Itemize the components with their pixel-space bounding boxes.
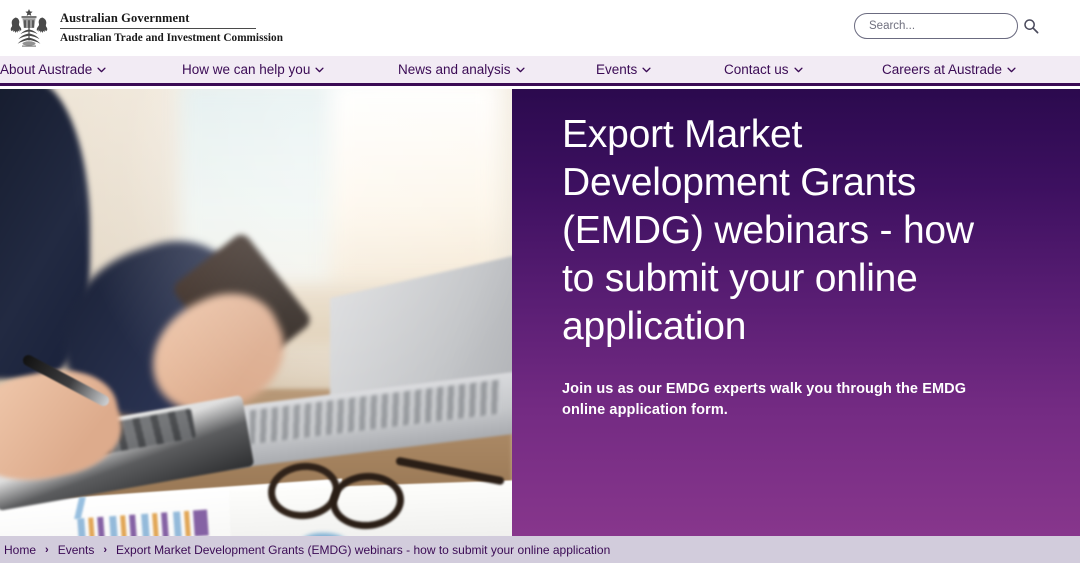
chevron-down-icon	[1007, 67, 1016, 72]
hero-subtitle: Join us as our EMDG experts walk you thr…	[562, 381, 967, 418]
nav-item-events[interactable]: Events	[586, 62, 714, 77]
hero-text-panel: Export Market Development Grants (EMDG) …	[512, 89, 1080, 536]
brand-line-government: Australian Government	[60, 10, 190, 25]
chevron-down-icon	[315, 67, 324, 72]
page-title: Export Market Development Grants (EMDG) …	[562, 113, 974, 348]
search-input[interactable]	[869, 20, 1023, 32]
brand-text: Australian Government Australian Trade a…	[60, 11, 283, 46]
chevron-down-icon	[515, 67, 525, 72]
nav-item-how-we-can-help-you[interactable]: How we can help you	[172, 62, 388, 77]
australian-coat-of-arms-icon	[10, 9, 48, 47]
chevron-down-icon	[642, 67, 651, 72]
page-root: Australian Government Australian Trade a…	[0, 0, 1080, 576]
nav-label: Contact us	[724, 62, 789, 77]
breadcrumb-item-events[interactable]: Events	[50, 543, 103, 557]
nav-label: Events	[596, 62, 638, 77]
breadcrumb: Home › Events › Export Market Developmen…	[0, 543, 618, 557]
breadcrumb-item-home[interactable]: Home	[0, 543, 44, 557]
page-body-start	[0, 563, 1080, 576]
search-box[interactable]	[854, 13, 1039, 39]
nav-label: About Austrade	[0, 62, 93, 77]
nav-item-contact-us[interactable]: Contact us	[714, 62, 872, 77]
nav-items: About Austrade How we can help you News …	[0, 62, 1070, 77]
brand-line-agency: Australian Trade and Investment Commissi…	[60, 31, 283, 44]
site-brand[interactable]: Australian Government Australian Trade a…	[6, 7, 283, 49]
nav-label: How we can help you	[182, 62, 311, 77]
main-navigation: About Austrade How we can help you News …	[0, 56, 1080, 86]
hero-banner: Export Market Development Grants (EMDG) …	[0, 89, 1080, 536]
nav-label: Careers at Austrade	[882, 62, 1003, 77]
breadcrumb-bar: Home › Events › Export Market Developmen…	[0, 536, 1080, 563]
nav-item-careers-at-austrade[interactable]: Careers at Austrade	[872, 62, 1026, 77]
nav-item-news-and-analysis[interactable]: News and analysis	[388, 62, 586, 77]
chevron-down-icon	[793, 67, 803, 72]
nav-item-about-austrade[interactable]: About Austrade	[0, 62, 172, 77]
search-icon[interactable]	[1023, 18, 1039, 34]
nav-label: News and analysis	[398, 62, 511, 77]
breadcrumb-item-current: Export Market Development Grants (EMDG) …	[116, 542, 611, 557]
photo-highlight	[0, 89, 512, 536]
chevron-down-icon	[97, 67, 106, 72]
site-header: Australian Government Australian Trade a…	[0, 0, 1080, 56]
hero-image	[0, 89, 512, 536]
